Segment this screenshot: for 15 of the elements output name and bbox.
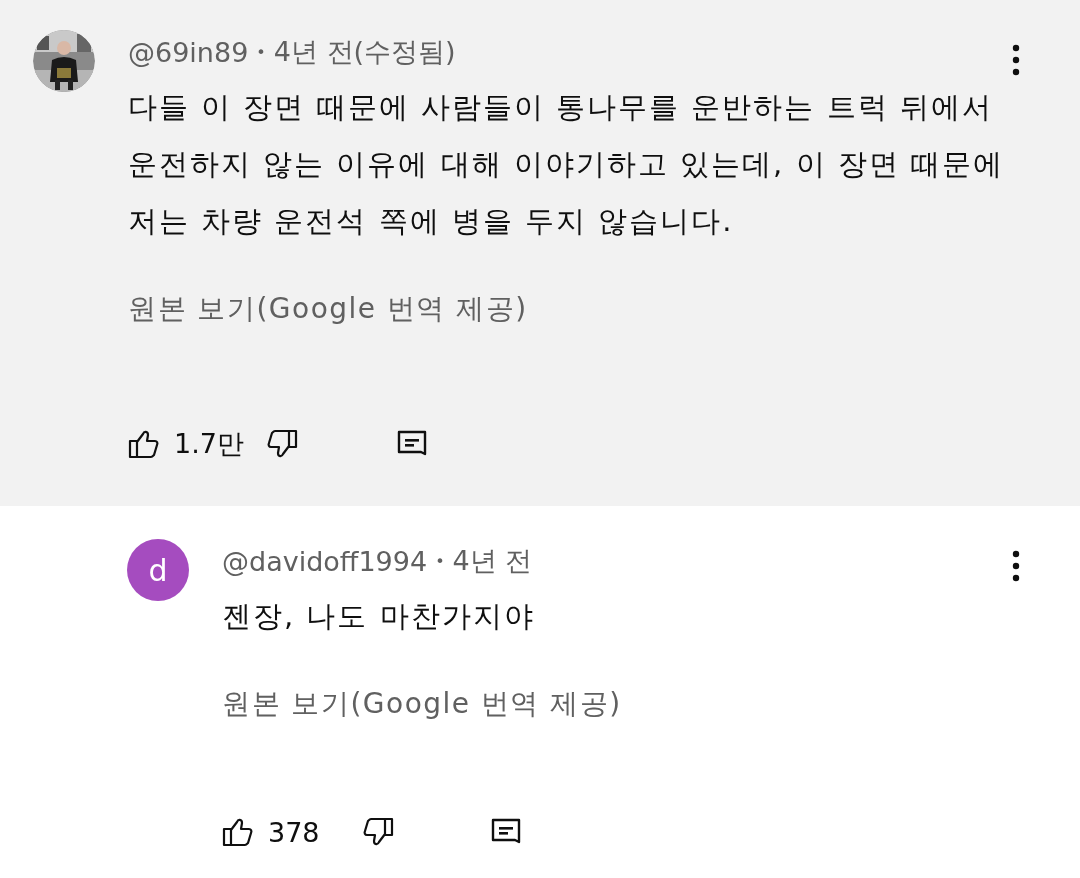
translation-link[interactable]: 원본 보기(Google 번역 제공) — [128, 290, 528, 328]
comment-text: 다들 이 장면 때문에 사람들이 통나무를 운반하는 트럭 뒤에서 운전하지 않는 이유에 대해 이야기하고 있는데, 이 장면 때문에 저는 차량 운전석 쪽에 병을 두지 않습니다. — [128, 89, 1005, 240]
author-name[interactable]: @davidoff1994 — [222, 545, 428, 577]
more-icon[interactable] — [1011, 43, 1021, 77]
separator-dot: • — [256, 42, 266, 62]
like-count: 1.7만 — [174, 427, 244, 461]
comment-text: 젠장, 나도 마찬가지야 — [222, 598, 536, 635]
more-icon[interactable] — [1011, 549, 1021, 583]
comment-time: 4년 전 — [452, 544, 533, 578]
avatar[interactable]: d — [127, 539, 189, 601]
separator-dot: • — [435, 551, 445, 571]
comment-time: 4년 전(수정됨) — [273, 35, 456, 69]
translation-link[interactable]: 원본 보기(Google 번역 제공) — [222, 685, 622, 723]
author-name[interactable]: @69in89 — [128, 36, 249, 68]
like-count: 378 — [268, 816, 320, 848]
